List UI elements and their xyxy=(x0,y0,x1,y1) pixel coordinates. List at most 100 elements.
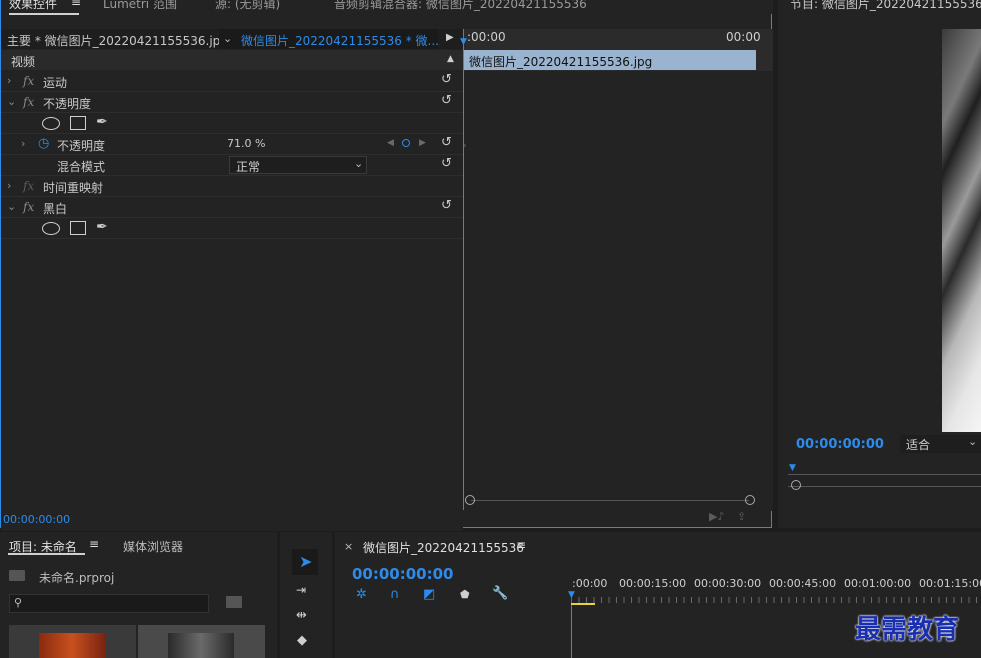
timeline-timecode[interactable]: 00:00:00:00 xyxy=(352,565,454,583)
keyframe-area[interactable] xyxy=(463,71,773,511)
panel-menu-icon[interactable]: ≡ xyxy=(516,538,526,552)
rectangle-mask-icon[interactable] xyxy=(70,221,86,235)
program-time-ruler[interactable] xyxy=(788,474,981,475)
keyframe-nav-icon: › xyxy=(463,141,467,151)
effect-name: 黑白 xyxy=(43,202,68,216)
ruler-ticks xyxy=(571,597,981,603)
video-preview[interactable] xyxy=(942,29,981,432)
blend-mode-dropdown[interactable]: 正常 ⌄ xyxy=(229,156,367,174)
tab-lumetri-scopes[interactable]: Lumetri 范围 xyxy=(103,0,177,12)
wrench-icon[interactable]: 🔧 xyxy=(492,586,508,601)
timeline-ruler[interactable]: :00:00 00:00:15:00 00:00:30:00 00:00:45:… xyxy=(568,572,981,606)
reset-icon[interactable]: ↺ xyxy=(441,135,452,150)
timeline-end-time: 00:00 xyxy=(726,30,761,44)
opacity-param-label: 不透明度 xyxy=(57,139,106,153)
scroll-handle-right[interactable] xyxy=(745,495,755,505)
reset-icon[interactable]: ↺ xyxy=(441,198,452,213)
scroll-handle-left[interactable] xyxy=(791,480,801,490)
thumbnail-bw-image[interactable] xyxy=(138,625,265,658)
playhead-line xyxy=(463,29,464,510)
marker-icon[interactable]: ⬟ xyxy=(460,588,470,601)
blend-mode-value: 正常 xyxy=(236,160,261,174)
chevron-down-icon: ⌄ xyxy=(354,157,364,170)
stopwatch-icon[interactable]: ◷ xyxy=(38,136,49,151)
fx-icon[interactable]: fx xyxy=(23,74,34,88)
reset-icon[interactable]: ↺ xyxy=(441,156,452,171)
clip-bar[interactable]: 微信图片_20220421155536.jpg xyxy=(463,50,756,70)
effect-row-motion[interactable]: › fx 运动 ↺ xyxy=(1,71,463,92)
close-icon[interactable]: × xyxy=(344,540,353,553)
clip-name: 微信图片_20220421155536.jpg xyxy=(469,55,653,69)
zoom-fit-dropdown[interactable]: 适合 ⌄ xyxy=(900,435,981,453)
filter-audio-icon[interactable]: ▶♪ xyxy=(709,510,724,523)
project-panel: 项目: 未命名 ≡ 媒体浏览器 未命名.prproj ⚲ xyxy=(0,532,277,658)
chevron-right-icon[interactable]: › xyxy=(7,179,11,192)
program-zoom-scrollbar[interactable] xyxy=(788,486,981,487)
work-area-bar[interactable] xyxy=(571,603,595,605)
add-keyframe-icon[interactable] xyxy=(402,139,410,147)
linked-selection-icon[interactable]: ∩ xyxy=(390,587,400,602)
program-monitor-title[interactable]: 节目: 微信图片_20220421155536 xyxy=(790,0,981,12)
effect-row-time-remapping[interactable]: › fx 时间重映射 xyxy=(1,176,463,197)
ruler-label: 00:00:15:00 xyxy=(619,577,687,590)
rectangle-mask-icon[interactable] xyxy=(70,116,86,130)
effect-controls-panel: 效果控件 ≡ Lumetri 范围 源: (无剪辑) 音频剪辑混合器: 微信图片… xyxy=(0,0,773,531)
ripple-edit-icon[interactable]: ⇹ xyxy=(296,608,307,623)
chevron-right-icon[interactable]: › xyxy=(7,74,11,87)
new-bin-icon[interactable] xyxy=(226,596,242,608)
program-playhead-icon[interactable]: ▼ xyxy=(789,463,796,473)
thumbnail-color-image[interactable] xyxy=(9,625,136,658)
track-select-icon[interactable]: ⇥ xyxy=(296,583,306,597)
fx-icon[interactable]: fx xyxy=(23,200,34,214)
tab-media-browser[interactable]: 媒体浏览器 xyxy=(123,538,183,555)
tab-source[interactable]: 源: (无剪辑) xyxy=(215,0,280,12)
watermark-text: 最需教育 xyxy=(855,615,960,645)
fx-icon[interactable]: fx xyxy=(23,95,34,109)
effect-row-opacity[interactable]: ⌄ fx 不透明度 ↺ xyxy=(1,92,463,113)
prev-keyframe-icon[interactable]: ◀ xyxy=(387,138,394,148)
next-keyframe-icon[interactable]: ▶ xyxy=(419,138,426,148)
add-marker-icon[interactable]: ◩ xyxy=(423,587,435,602)
ruler-label: 00:01:00:00 xyxy=(844,577,912,590)
fx-icon[interactable]: fx xyxy=(23,179,34,193)
reset-icon[interactable]: ↺ xyxy=(441,72,452,87)
effect-name: 运动 xyxy=(43,76,68,90)
ellipse-mask-icon[interactable] xyxy=(42,117,60,130)
selection-tool[interactable]: ➤ xyxy=(292,549,318,575)
opacity-param-row: › ◷ 不透明度 71.0 % ◀ ▶ ↺ xyxy=(1,134,463,155)
panel-menu-icon[interactable]: ≡ xyxy=(89,537,99,551)
effect-controls-timecode[interactable]: 00:00:00:00 xyxy=(3,513,70,526)
reset-icon[interactable]: ↺ xyxy=(441,93,452,108)
project-file-icon xyxy=(9,570,25,581)
export-icon[interactable]: ⇪ xyxy=(737,510,746,523)
project-search-input[interactable]: ⚲ xyxy=(9,594,209,613)
chevron-right-icon[interactable]: › xyxy=(21,137,25,150)
effect-row-black-white[interactable]: ⌄ fx 黑白 ↺ xyxy=(1,197,463,218)
scroll-handle-left[interactable] xyxy=(465,495,475,505)
play-only-icon[interactable]: ▶ xyxy=(446,32,454,43)
tab-audio-clip-mixer[interactable]: 音频剪辑混合器: 微信图片_20220421155536 xyxy=(334,0,587,12)
timeline-sequence-name[interactable]: 微信图片_20220421155536 xyxy=(363,539,524,556)
blend-mode-row: 混合模式 正常 ⌄ ↺ xyxy=(1,155,463,176)
program-timecode[interactable]: 00:00:00:00 xyxy=(796,437,884,452)
chevron-down-icon[interactable]: ⌄ xyxy=(7,95,16,108)
scroll-up-icon[interactable]: ▲ xyxy=(447,54,454,64)
mask-tools-row: ✒ xyxy=(1,218,463,239)
tab-effect-controls[interactable]: 效果控件 xyxy=(9,0,57,12)
ellipse-mask-icon[interactable] xyxy=(42,222,60,235)
snap-icon[interactable]: ✲ xyxy=(356,587,367,602)
horizontal-scrollbar[interactable] xyxy=(471,500,749,501)
ruler-label: 00:00:30:00 xyxy=(694,577,762,590)
timeline-panel: × 微信图片_20220421155536 ≡ 00:00:00:00 ✲ ∩ … xyxy=(335,532,981,658)
panel-menu-icon[interactable]: ≡ xyxy=(71,0,81,9)
sequence-clip-dropdown[interactable]: ⌄ 微信图片_20220421155536 * 微... xyxy=(219,29,439,49)
blend-mode-label: 混合模式 xyxy=(57,160,106,174)
playhead-icon[interactable]: ▼ xyxy=(460,37,467,47)
opacity-value[interactable]: 71.0 % xyxy=(227,137,265,150)
pen-mask-icon[interactable]: ✒ xyxy=(96,114,108,130)
chevron-down-icon[interactable]: ⌄ xyxy=(7,200,16,213)
timeline-playhead-icon[interactable]: ▼ xyxy=(568,590,575,600)
pen-mask-icon[interactable]: ✒ xyxy=(96,219,108,235)
master-clip-label[interactable]: 主要 * 微信图片_20220421155536.jpg xyxy=(7,32,228,49)
razor-icon[interactable]: ◆ xyxy=(297,633,307,648)
